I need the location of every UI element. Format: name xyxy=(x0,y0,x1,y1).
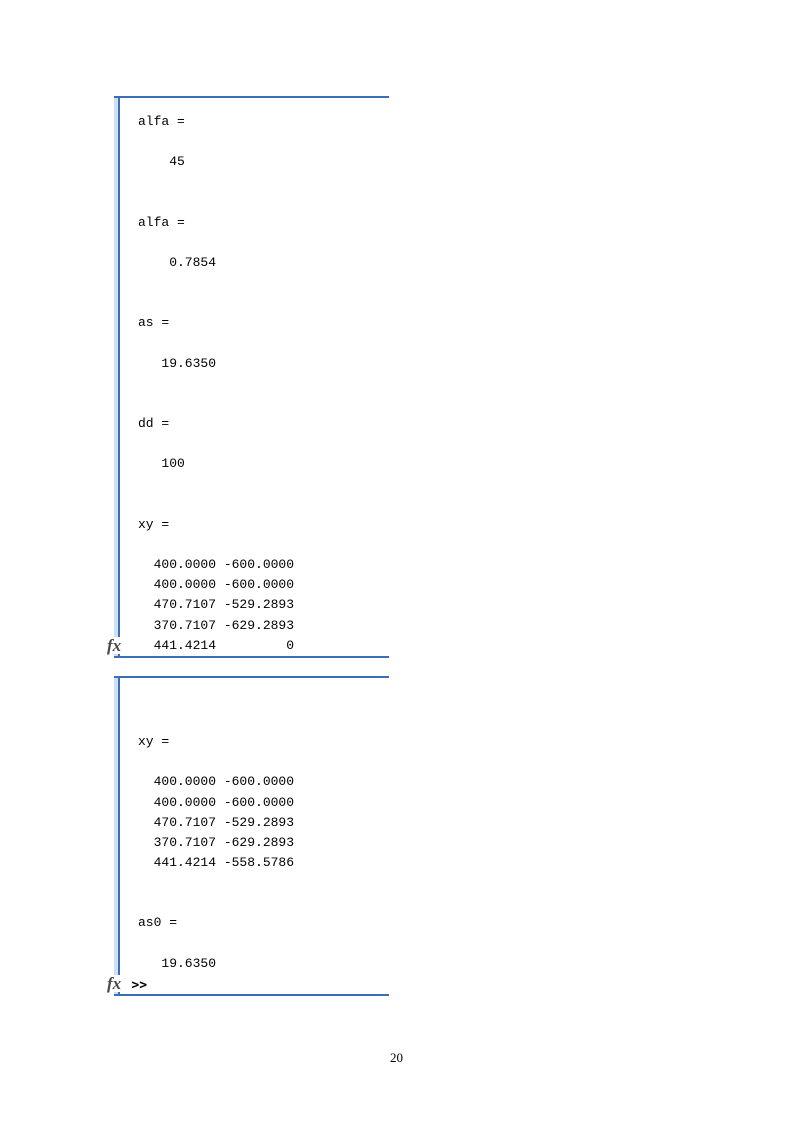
panel-gap xyxy=(0,658,793,676)
panel-1-text: alfa = 45 alfa = 0.7854 as = 19.6350 dd … xyxy=(120,112,389,656)
page-number: 20 xyxy=(0,1050,793,1066)
panel-1-inner: alfa = 45 alfa = 0.7854 as = 19.6350 dd … xyxy=(114,98,389,656)
fx-label: fx xyxy=(107,974,121,993)
matlab-output-panel-2: xy = 400.0000 -600.0000 400.0000 -600.00… xyxy=(114,676,389,996)
panel-2-inner: xy = 400.0000 -600.0000 400.0000 -600.00… xyxy=(114,678,389,994)
matlab-output-panel-1: alfa = 45 alfa = 0.7854 as = 19.6350 dd … xyxy=(114,96,389,658)
panel-2-text: xy = 400.0000 -600.0000 400.0000 -600.00… xyxy=(120,692,389,994)
fx-icon: fx xyxy=(106,637,122,654)
fx-icon-with-prompt: fx >> xyxy=(106,975,148,992)
prompt-caret: >> xyxy=(125,978,147,993)
document-page: alfa = 45 alfa = 0.7854 as = 19.6350 dd … xyxy=(0,0,793,1122)
